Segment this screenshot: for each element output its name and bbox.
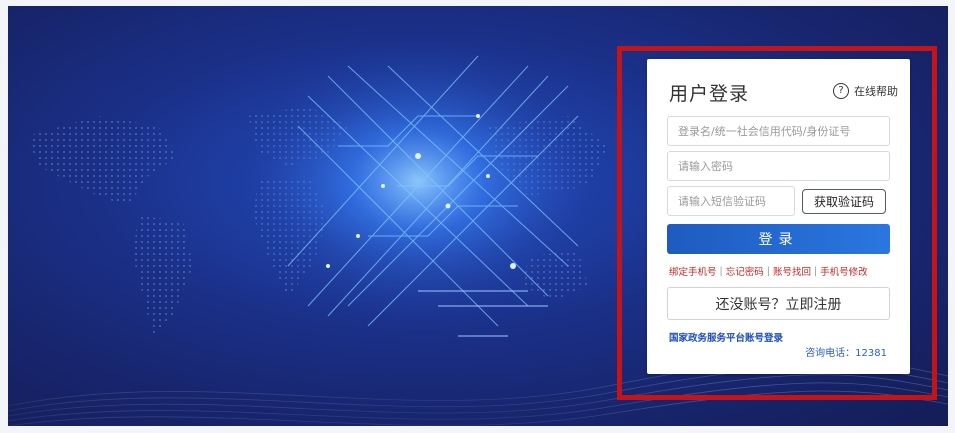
sms-code-input[interactable]: 请输入短信验证码 bbox=[667, 186, 795, 216]
recover-account-link[interactable]: 账号找回 bbox=[773, 264, 811, 278]
login-button[interactable]: 登录 bbox=[667, 224, 890, 254]
password-placeholder: 请输入密码 bbox=[678, 160, 733, 173]
login-title: 用户登录 bbox=[669, 83, 750, 105]
bind-phone-link[interactable]: 绑定手机号 bbox=[669, 264, 717, 278]
online-help-link[interactable]: ? 在线帮助 bbox=[833, 83, 898, 99]
password-input[interactable]: 请输入密码 bbox=[667, 151, 890, 181]
login-card: 用户登录 ? 在线帮助 登录名/统一社会信用代码/身份证号 请输入密码 请输入短… bbox=[647, 59, 910, 374]
page: 用户登录 ? 在线帮助 登录名/统一社会信用代码/身份证号 请输入密码 请输入短… bbox=[0, 0, 955, 433]
consult-phone: 咨询电话：12381 bbox=[805, 348, 887, 359]
question-icon: ? bbox=[833, 83, 849, 99]
account-links: 绑定手机号 | 忘记密码 | 账号找回 | 手机号修改 bbox=[669, 264, 868, 279]
register-button[interactable]: 还没账号？立即注册 bbox=[667, 287, 890, 320]
username-input[interactable]: 登录名/统一社会信用代码/身份证号 bbox=[667, 116, 890, 146]
change-phone-link[interactable]: 手机号修改 bbox=[820, 264, 868, 278]
get-sms-code-button[interactable]: 获取验证码 bbox=[802, 189, 886, 214]
link-separator: | bbox=[766, 265, 770, 277]
link-separator: | bbox=[813, 265, 818, 277]
national-gov-login-link[interactable]: 国家政务服务平台账号登录 bbox=[669, 330, 783, 344]
online-help-label: 在线帮助 bbox=[854, 85, 898, 98]
sms-code-placeholder: 请输入短信验证码 bbox=[678, 195, 766, 208]
link-separator: | bbox=[719, 265, 723, 277]
forgot-password-link[interactable]: 忘记密码 bbox=[726, 264, 764, 278]
username-placeholder: 登录名/统一社会信用代码/身份证号 bbox=[678, 125, 851, 138]
